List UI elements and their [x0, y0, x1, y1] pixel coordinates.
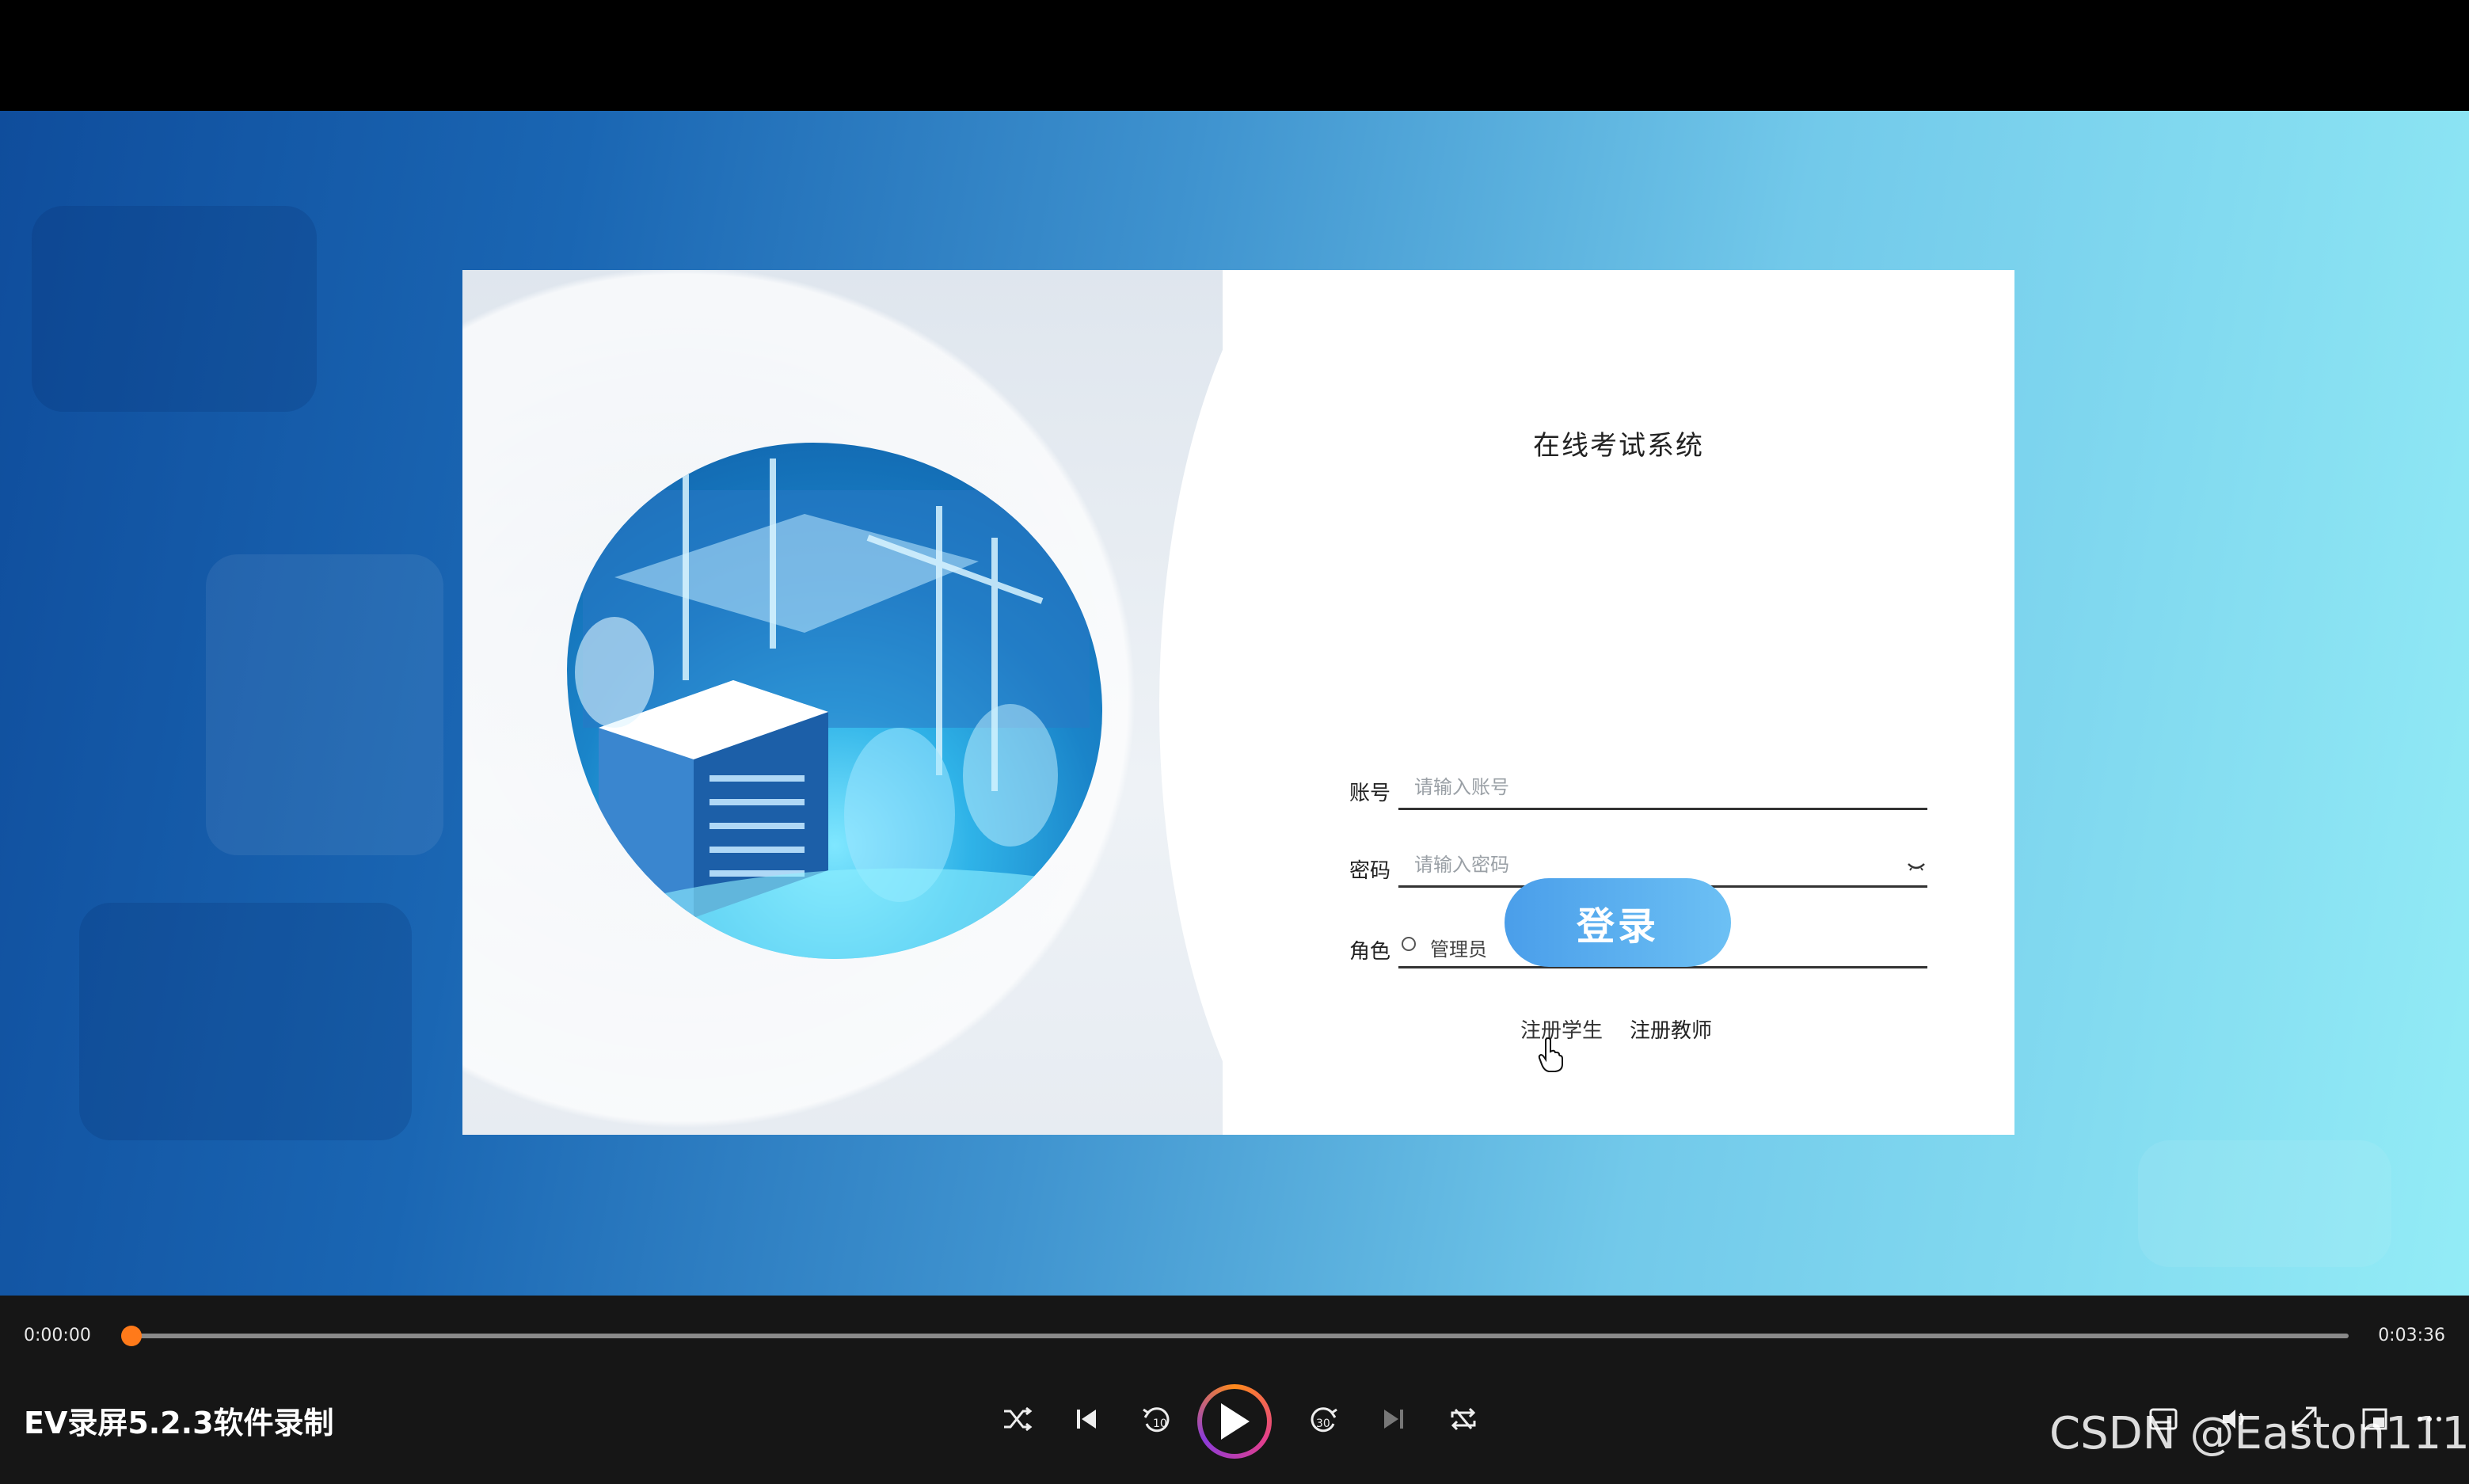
total-time: 0:03:36	[2378, 1326, 2445, 1345]
lab-illustration	[567, 443, 1102, 959]
rewind-10-icon: 10	[1143, 1407, 1170, 1433]
top-letterbox	[0, 0, 2469, 111]
radio-circle-icon[interactable]	[1402, 937, 1416, 951]
hand-cursor-icon	[1538, 1037, 1563, 1072]
password-label: 密码	[1349, 859, 1391, 883]
forward-30-icon: 30	[1311, 1407, 1337, 1433]
seek-bar[interactable]	[121, 1326, 2349, 1346]
account-row: 账号	[1349, 766, 1935, 813]
illustration-panel	[462, 270, 1223, 1135]
current-time: 0:00:00	[24, 1326, 91, 1345]
background-shape	[206, 554, 443, 855]
seek-thumb[interactable]	[121, 1326, 142, 1346]
play-icon	[1221, 1403, 1250, 1440]
recording-label: EV录屏5.2.3软件录制	[24, 1406, 334, 1440]
repeat-icon	[1451, 1407, 1476, 1431]
eye-closed-icon[interactable]	[1905, 854, 1927, 877]
repeat-button[interactable]	[1443, 1398, 1484, 1440]
skip-previous-icon	[1077, 1410, 1096, 1429]
account-input[interactable]	[1398, 766, 1927, 810]
background-shape	[79, 903, 412, 1140]
video-frame: 在线考试系统 账号 密码 角色 管理员 学生	[0, 111, 2469, 1296]
role-label: 角色	[1349, 940, 1391, 964]
illustration-mask	[1159, 270, 1223, 1135]
register-teacher-link[interactable]: 注册教师	[1630, 1014, 1712, 1044]
page-title: 在线考试系统	[1533, 430, 1704, 462]
shuffle-icon	[1004, 1406, 1033, 1432]
forward-30-button[interactable]: 30	[1303, 1398, 1345, 1440]
login-button[interactable]: 登录	[1505, 878, 1731, 967]
shuffle-button[interactable]	[996, 1398, 1037, 1440]
svg-text:30: 30	[1316, 1417, 1330, 1430]
role-option-label: 管理员	[1430, 938, 1487, 961]
play-button[interactable]	[1197, 1384, 1272, 1459]
background-shape	[32, 206, 317, 412]
lab-illustration-graphic	[567, 459, 1102, 959]
skip-next-icon	[1384, 1410, 1403, 1429]
background-shape	[2138, 1140, 2391, 1267]
svg-text:10: 10	[1153, 1417, 1167, 1430]
login-card: 在线考试系统 账号 密码 角色 管理员 学生	[462, 270, 2014, 1135]
register-links: 注册学生 注册教师	[1520, 1014, 1837, 1046]
previous-button[interactable]	[1066, 1398, 1107, 1440]
watermark-text: CSDN @Easton111	[2049, 1408, 2469, 1459]
next-button[interactable]	[1373, 1398, 1414, 1440]
account-label: 账号	[1349, 782, 1391, 805]
media-player-controls: 0:00:00 0:03:36 EV录屏5.2.3软件录制 10 30 CSDN…	[0, 1296, 2469, 1484]
rewind-10-button[interactable]: 10	[1136, 1398, 1177, 1440]
